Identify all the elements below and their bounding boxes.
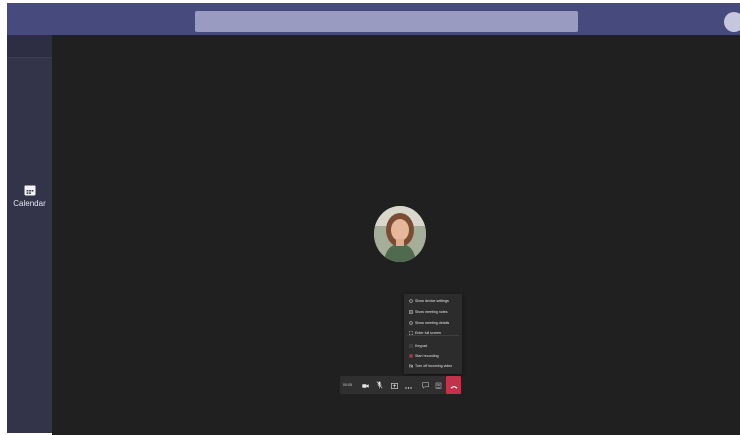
menu-item-meeting-details[interactable]: Show meeting details (404, 318, 462, 327)
people-icon (435, 376, 442, 394)
sidebar-item-label: Calendar (13, 199, 46, 208)
menu-item-label: Show meeting details (415, 320, 450, 325)
user-avatar[interactable] (724, 12, 740, 32)
app-rail-header (7, 35, 52, 58)
participant-avatar (374, 206, 426, 262)
hang-up-icon (450, 376, 458, 394)
calendar-icon (7, 183, 52, 197)
menu-item-start-recording[interactable]: Start recording (404, 351, 462, 360)
record-icon (409, 353, 413, 358)
keypad-icon (409, 344, 413, 348)
camera-button[interactable] (361, 381, 369, 389)
menu-item-label: Start recording (415, 353, 439, 358)
menu-item-label: Enter full screen (415, 330, 441, 335)
menu-item-label: Show device settings (415, 298, 449, 303)
sidebar-item-calendar[interactable]: Calendar (7, 183, 52, 213)
menu-item-meeting-notes[interactable]: Show meeting notes (404, 307, 462, 316)
call-controls: 00:05 (340, 376, 446, 394)
more-icon (404, 376, 412, 394)
title-bar (7, 3, 740, 35)
app-rail: Calendar (7, 35, 52, 433)
menu-item-incoming-video[interactable]: Turn off incoming video (404, 361, 462, 370)
menu-divider (407, 335, 459, 336)
call-timer: 00:05 (343, 383, 352, 387)
gear-icon (409, 298, 413, 303)
share-screen-icon (390, 376, 398, 394)
menu-item-device-settings[interactable]: Show device settings (404, 296, 462, 305)
share-screen-button[interactable] (390, 381, 398, 389)
hang-up-button[interactable] (446, 376, 461, 394)
participants-button[interactable] (434, 381, 442, 389)
menu-item-label: Show meeting notes (415, 309, 448, 314)
search-input[interactable] (195, 11, 578, 32)
chat-icon (421, 376, 429, 394)
menu-item-label: Turn off incoming video (415, 363, 453, 368)
camera-icon (361, 376, 369, 394)
info-icon (409, 320, 413, 325)
more-actions-menu: Show device settings Show meeting notes … (404, 294, 462, 374)
microphone-button[interactable] (375, 381, 383, 389)
fullscreen-icon (409, 330, 413, 335)
notes-icon (409, 309, 413, 314)
chat-button[interactable] (421, 381, 429, 389)
menu-item-label: Keypad (415, 343, 428, 348)
menu-item-keypad[interactable]: Keypad (404, 341, 462, 350)
more-actions-button[interactable] (404, 381, 412, 389)
mic-muted-icon (376, 376, 383, 394)
video-off-icon (409, 363, 413, 368)
